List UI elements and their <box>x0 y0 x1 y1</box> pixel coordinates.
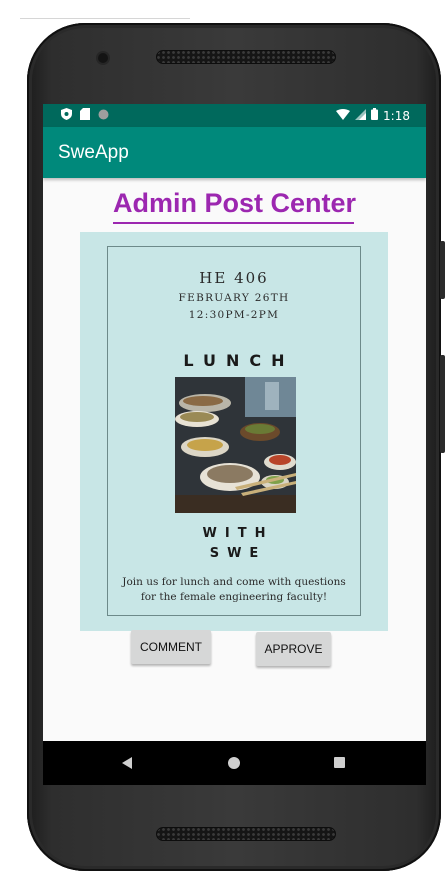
wifi-icon <box>336 108 351 123</box>
page-title: Admin Post Center <box>112 188 357 218</box>
shield-icon <box>61 108 72 123</box>
comment-button[interactable]: COMMENT <box>131 630 211 664</box>
poster-date: FEBRUARY 26TH <box>178 292 290 304</box>
poster-description: Join us for lunch and come with question… <box>122 576 346 603</box>
signal-icon <box>355 108 367 123</box>
title-underline <box>113 222 354 224</box>
recents-icon[interactable] <box>334 757 345 768</box>
poster-org-line: SWE <box>209 546 267 561</box>
back-icon[interactable] <box>122 757 132 769</box>
home-icon[interactable] <box>228 757 240 769</box>
circle-icon <box>98 109 109 123</box>
status-time: 1:18 <box>383 108 410 123</box>
main-content: Admin Post Center HE 406 FEBRUARY 26TH 1… <box>43 178 426 741</box>
battery-icon <box>371 108 379 123</box>
event-poster-image: HE 406 FEBRUARY 26TH 12:30PM-2PM LUNCH W… <box>80 232 388 631</box>
volume-button <box>440 241 445 299</box>
poster-room: HE 406 <box>199 269 269 287</box>
poster-headline: LUNCH <box>183 351 295 370</box>
app-bar: SweApp <box>43 127 426 178</box>
poster-time: 12:30PM-2PM <box>188 309 280 321</box>
sd-card-icon <box>80 108 90 123</box>
device-screen: 1:18 SweApp Admin Post Center HE 406 FEB… <box>43 104 426 785</box>
poster-with-line: WITH <box>202 526 274 541</box>
approve-button[interactable]: APPROVE <box>256 632 331 666</box>
status-bar: 1:18 <box>43 104 426 127</box>
bottom-speaker <box>156 827 336 841</box>
top-divider <box>20 18 190 19</box>
power-button <box>440 355 445 453</box>
top-speaker <box>156 50 336 64</box>
front-camera <box>98 53 108 63</box>
navigation-bar <box>43 741 426 785</box>
poster-frame: HE 406 FEBRUARY 26TH 12:30PM-2PM LUNCH W… <box>107 246 361 616</box>
food-buffet-photo <box>175 377 296 513</box>
app-title: SweApp <box>58 141 129 163</box>
